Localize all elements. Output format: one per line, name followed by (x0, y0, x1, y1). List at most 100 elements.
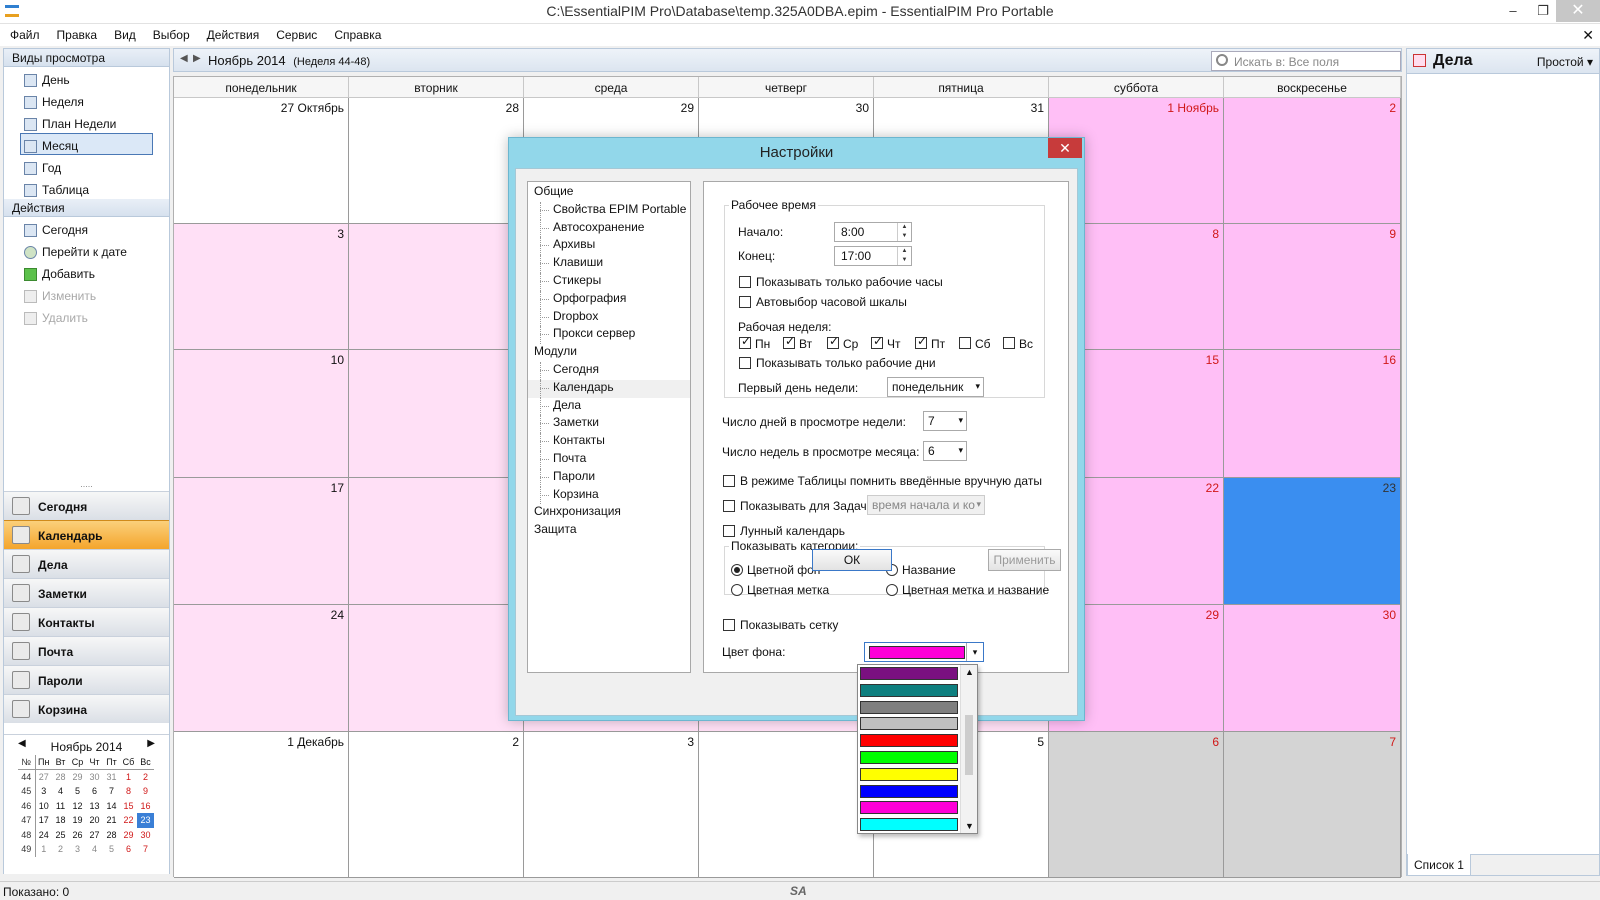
mini-cal-day[interactable]: 15 (120, 799, 137, 814)
menu-file[interactable]: Файл (0, 24, 47, 42)
day-cell[interactable] (349, 605, 524, 732)
workday-thu-checkbox[interactable] (871, 334, 883, 349)
day-cell[interactable]: 7 (1224, 732, 1401, 878)
tree-item[interactable]: Клавиши (528, 255, 690, 273)
category-color-bg-radio[interactable] (731, 564, 743, 576)
chevron-down-icon[interactable]: ▾ (966, 643, 983, 661)
spinner-arrows-icon[interactable]: ▲ ▼ (897, 223, 911, 241)
mini-cal-week-number[interactable]: 49 (18, 842, 36, 857)
tree-item[interactable]: Почта (528, 450, 690, 469)
tree-item[interactable]: Дела (528, 397, 690, 416)
view-week[interactable]: Неделя (4, 89, 169, 111)
tree-group[interactable]: Синхронизация (528, 504, 690, 522)
color-list-scrollbar[interactable]: ▲ ▼ (960, 665, 977, 833)
tree-item[interactable]: Свойства EPIM Portable (528, 201, 690, 220)
mini-cal-day[interactable]: 12 (69, 799, 86, 814)
close-document-icon[interactable]: ✕ (1582, 27, 1594, 44)
color-option[interactable] (860, 734, 958, 748)
prev-month-button[interactable]: ◀ (180, 53, 188, 64)
workday-fri-checkbox[interactable] (915, 334, 927, 349)
actions-header[interactable]: Действия (4, 199, 169, 217)
mini-cal-day[interactable]: 27 (86, 828, 103, 843)
color-option[interactable] (860, 683, 958, 697)
mini-cal-day[interactable]: 28 (52, 770, 69, 785)
day-cell[interactable]: 3 (174, 224, 349, 350)
day-cell[interactable] (349, 224, 524, 350)
view-month[interactable]: Месяц (20, 133, 153, 155)
close-button[interactable]: ✕ (1556, 0, 1600, 22)
view-year[interactable]: Год (4, 155, 169, 177)
mini-cal-day[interactable]: 29 (120, 828, 137, 843)
ok-button[interactable]: ОК (812, 549, 892, 571)
mini-cal-day[interactable]: 25 (52, 828, 69, 843)
action-add[interactable]: Добавить (4, 261, 169, 283)
day-cell[interactable] (349, 478, 524, 605)
menu-edit[interactable]: Правка (47, 24, 105, 42)
module-calendar[interactable]: Календарь (4, 520, 169, 549)
auto-scale-checkbox[interactable] (739, 296, 751, 308)
tab-list-1[interactable]: Список 1 (1407, 854, 1471, 876)
mini-cal-day[interactable]: 2 (137, 770, 154, 785)
mini-cal-day[interactable]: 13 (86, 799, 103, 814)
day-cell[interactable]: 1 Декабрь (174, 732, 349, 878)
view-day[interactable]: День (4, 67, 169, 89)
only-work-hours-checkbox[interactable] (739, 276, 751, 288)
scroll-up-icon[interactable]: ▲ (961, 667, 978, 677)
weeks-in-month-dropdown[interactable]: 6 ▾ (923, 441, 967, 461)
mini-cal-day[interactable]: 30 (86, 770, 103, 785)
scroll-thumb[interactable] (965, 715, 973, 775)
mini-cal-day[interactable]: 1 (120, 770, 137, 785)
mini-cal-week-number[interactable]: 48 (18, 827, 36, 842)
mini-cal-day[interactable]: 4 (86, 842, 103, 857)
color-option[interactable] (860, 717, 958, 731)
day-cell[interactable]: 30 (1224, 605, 1401, 732)
menu-select[interactable]: Выбор (143, 24, 197, 42)
workday-sun-checkbox[interactable] (1003, 337, 1015, 349)
tree-item[interactable]: Автосохранение (528, 219, 690, 238)
view-week-plan[interactable]: План Недели (4, 111, 169, 133)
minimize-button[interactable]: – (1498, 0, 1528, 22)
tree-item[interactable]: Орфография (528, 290, 690, 309)
day-cell[interactable]: 27 Октябрь (174, 98, 349, 224)
menu-help[interactable]: Справка (324, 24, 388, 42)
days-in-week-dropdown[interactable]: 7 ▾ (923, 411, 967, 431)
mini-cal-day[interactable]: 1 (35, 842, 52, 857)
tree-item[interactable]: Контакты (528, 433, 690, 451)
color-option[interactable] (860, 801, 958, 815)
mini-cal-day[interactable]: 29 (69, 770, 86, 785)
mini-cal-day[interactable]: 22 (120, 813, 137, 828)
color-option[interactable] (860, 784, 958, 798)
views-header[interactable]: Виды просмотра (4, 49, 169, 67)
day-cell[interactable]: 16 (1224, 350, 1401, 478)
day-cell[interactable]: 9 (1224, 224, 1401, 350)
spinner-arrows-icon[interactable]: ▲ ▼ (897, 247, 911, 265)
workday-mon-checkbox[interactable] (739, 334, 751, 349)
day-cell[interactable]: 24 (174, 605, 349, 732)
mini-cal-day[interactable]: 4 (52, 784, 69, 799)
scroll-down-icon[interactable]: ▼ (961, 821, 978, 831)
show-for-tasks-checkbox[interactable] (723, 500, 735, 512)
action-goto-date[interactable]: Перейти к дате (4, 239, 169, 261)
start-time-spinner[interactable]: 8:00 ▲ ▼ (834, 222, 912, 242)
menu-view[interactable]: Вид (104, 24, 143, 42)
day-cell[interactable]: 2 (1224, 98, 1401, 224)
apply-button[interactable]: Применить (988, 549, 1061, 571)
mini-cal-day-today[interactable]: 23 (137, 813, 154, 828)
mini-cal-week-number[interactable]: 47 (18, 813, 36, 828)
mini-cal-week-number[interactable]: 46 (18, 798, 36, 813)
mini-cal-day[interactable]: 10 (35, 799, 52, 814)
mini-cal-day[interactable]: 21 (103, 813, 120, 828)
tree-item[interactable]: Сегодня (528, 361, 690, 380)
action-edit[interactable]: Изменить (4, 283, 169, 305)
category-color-mark-radio[interactable] (731, 584, 743, 596)
menu-actions[interactable]: Действия (197, 24, 267, 42)
mini-cal-day[interactable]: 30 (137, 828, 154, 843)
mini-cal-day[interactable]: 28 (103, 828, 120, 843)
module-tasks[interactable]: Дела (4, 549, 169, 578)
color-option[interactable] (860, 700, 958, 714)
mini-cal-day[interactable]: 16 (137, 799, 154, 814)
mini-cal-day[interactable]: 7 (137, 842, 154, 857)
category-mark-name-radio[interactable] (886, 584, 898, 596)
module-trash[interactable]: Корзина (4, 694, 169, 723)
mini-cal-day[interactable]: 7 (103, 784, 120, 799)
